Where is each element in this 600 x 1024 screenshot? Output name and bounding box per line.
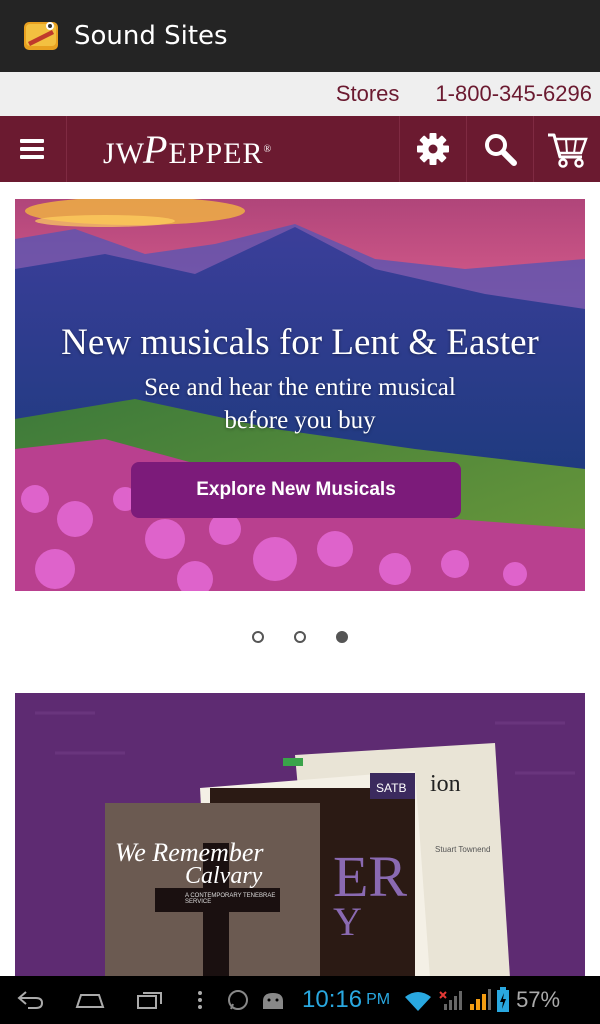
more-vertical-icon (198, 991, 202, 1009)
mobile-data-status (436, 988, 466, 1012)
hero-title: New musicals for Lent & Easter (61, 322, 539, 363)
system-bar: 10:16 PM 57% (0, 976, 600, 1024)
back-arrow-icon (17, 991, 44, 1009)
top-links-bar: Stores 1-800-345-6296 (0, 72, 600, 116)
promo-banner[interactable]: We Remember Calvary A CONTEMPORARY TENEB… (15, 693, 585, 978)
app-bar: Sound Sites (0, 0, 600, 72)
wifi-icon (405, 992, 432, 1011)
home-icon (75, 994, 105, 1008)
book3-title-fragment: ion (430, 771, 461, 797)
shopping-cart-icon (548, 133, 588, 168)
site-navbar: JWPEPPER® (0, 116, 600, 182)
logo-registered-mark: ® (263, 143, 273, 155)
wifi-status (400, 989, 436, 1011)
hero-subtitle-line2: before you buy (224, 407, 376, 434)
battery-percentage: 57% (516, 987, 561, 1012)
book2-title-letters2: Y (333, 899, 362, 944)
carousel-indicators (0, 631, 600, 651)
home-button[interactable] (60, 991, 120, 1009)
recent-apps-icon (137, 992, 162, 1009)
songbook-covers-image (15, 693, 585, 978)
clock-ampm: PM (366, 991, 391, 1008)
book1-subtitle: A CONTEMPORARY TENEBRAE SERVICE (185, 893, 276, 905)
phone-link[interactable]: 1-800-345-6296 (435, 81, 592, 107)
carousel-dot[interactable] (294, 631, 306, 643)
android-notification (256, 989, 290, 1011)
book2-badge: SATB (376, 781, 407, 795)
logo-rest: EPPER (168, 136, 264, 170)
explore-new-musicals-button[interactable]: Explore New Musicals (131, 462, 461, 518)
cart-button[interactable] (533, 116, 600, 182)
stores-link[interactable]: Stores (336, 81, 400, 107)
hero-subtitle: See and hear the entire musical before y… (15, 371, 585, 437)
whatsapp-notification (220, 988, 256, 1012)
jwpepper-logo[interactable]: JWPEPPER® (67, 116, 399, 182)
menu-button[interactable] (0, 116, 67, 182)
gear-icon (417, 133, 449, 165)
battery-charging-icon (497, 987, 510, 1012)
logo-prefix: JW (103, 136, 145, 170)
carousel-dot[interactable] (252, 631, 264, 643)
book1-title-line2: Calvary (185, 863, 263, 889)
book3-author: Stuart Townend (435, 845, 491, 854)
back-button[interactable] (0, 990, 60, 1010)
overflow-menu-button[interactable] (180, 990, 220, 1010)
hero-banner[interactable]: New musicals for Lent & Easter See and h… (15, 199, 585, 591)
settings-button[interactable] (399, 116, 466, 182)
search-button[interactable] (466, 116, 533, 182)
android-robot-icon (263, 993, 283, 1009)
clock-time: 10:16 (302, 986, 363, 1013)
signal-muted-icon (439, 991, 463, 1010)
hamburger-menu-icon (20, 139, 44, 159)
whatsapp-icon (228, 990, 248, 1010)
hero-subtitle-line1: See and hear the entire musical (144, 374, 456, 401)
app-logo-icon[interactable] (22, 16, 62, 56)
logo-big-letter: P (143, 126, 169, 172)
carousel-dot-active[interactable] (336, 631, 348, 643)
recent-apps-button[interactable] (120, 990, 180, 1010)
search-icon (485, 134, 517, 166)
battery-status (494, 987, 512, 1013)
signal-status (466, 988, 494, 1012)
app-title: Sound Sites (74, 21, 228, 51)
signal-strength-icon (470, 989, 492, 1010)
